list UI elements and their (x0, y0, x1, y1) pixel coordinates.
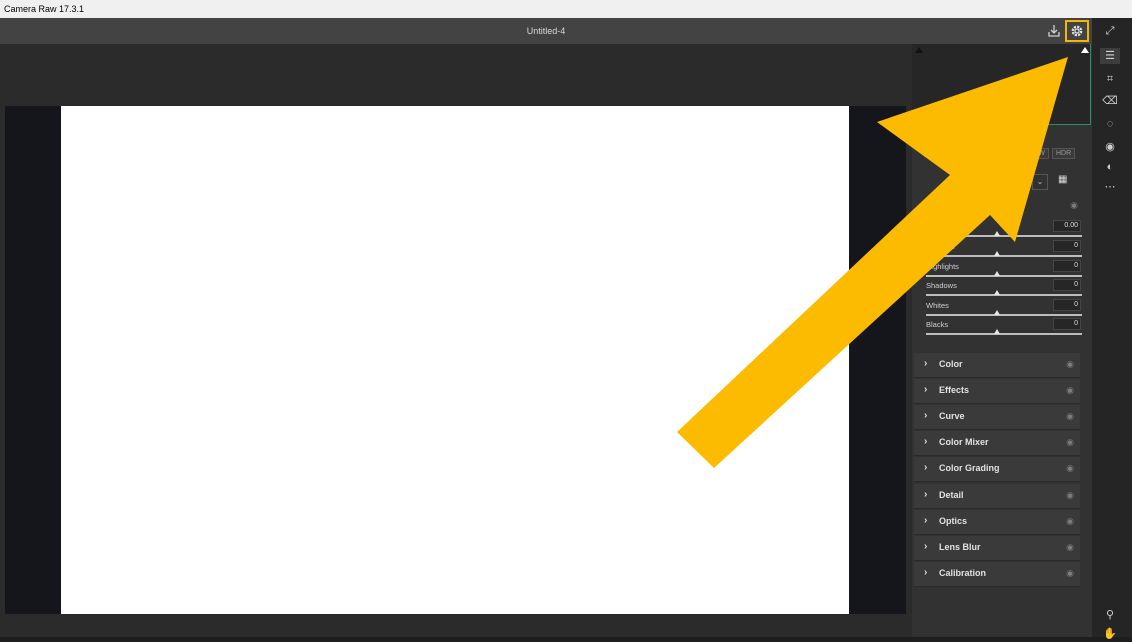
presets-icon[interactable]: ◐ (1100, 159, 1120, 175)
chevron-right-icon: › (924, 541, 928, 552)
slider-thumb[interactable] (994, 231, 1000, 236)
chevron-right-icon: › (924, 515, 928, 526)
crop-icon[interactable]: ⌗ (1100, 71, 1120, 87)
slider-thumb[interactable] (994, 310, 1000, 315)
slider-track[interactable] (926, 314, 1082, 316)
section-curve[interactable]: › Curve ◉ (914, 405, 1080, 430)
slider-value[interactable]: 0 (1053, 299, 1081, 311)
chevron-down-icon[interactable]: ⌄ (1032, 174, 1048, 190)
section-color-grading[interactable]: › Color Grading ◉ (914, 457, 1080, 482)
chevron-right-icon: › (924, 358, 928, 369)
zoom-icon[interactable]: ⚲ (1100, 607, 1120, 623)
edit-header: Edit AW HDR (912, 144, 1090, 166)
chevron-right-icon: › (924, 410, 928, 421)
section-label: Optics (939, 516, 968, 526)
slider-value[interactable]: 0 (1053, 240, 1081, 252)
gear-icon (1071, 25, 1083, 37)
eye-icon[interactable]: ◉ (1066, 516, 1074, 527)
section-color[interactable]: › Color ◉ (914, 353, 1080, 378)
eye-icon[interactable]: ◉ (1066, 411, 1074, 422)
exposure-slider[interactable]: Exposure 0.00 (926, 220, 1082, 242)
slider-label: Whites (926, 301, 949, 310)
slider-track[interactable] (926, 333, 1082, 335)
tool-rail: ⤢ ☰ ⌗ ⌫ ◌ ◉ ◐ ⋯ ⚲ ✋ (1092, 18, 1132, 640)
eye-icon[interactable]: ◉ (1066, 542, 1074, 553)
settings-button[interactable] (1065, 20, 1089, 42)
section-label: Color (939, 359, 963, 369)
slider-thumb[interactable] (994, 271, 1000, 276)
section-effects[interactable]: › Effects ◉ (914, 379, 1080, 404)
chevron-right-icon: › (924, 489, 928, 500)
edit-sliders-icon[interactable]: ☰ (1100, 48, 1120, 64)
chevron-right-icon: › (924, 462, 928, 473)
section-color-mixer[interactable]: › Color Mixer ◉ (914, 431, 1080, 456)
eye-icon[interactable]: ◉ (1066, 437, 1074, 448)
slider-value[interactable]: 0.00 (1053, 220, 1081, 232)
section-label: Calibration (939, 568, 987, 578)
eye-icon[interactable]: ◉ (1066, 568, 1074, 579)
shadows-slider[interactable]: Shadows 0 (926, 279, 1082, 301)
section-label: Color Mixer (939, 437, 989, 447)
section-label: Color Grading (939, 463, 1000, 473)
auto-badge[interactable]: AW (1030, 148, 1050, 159)
hand-icon[interactable]: ✋ (1100, 626, 1120, 642)
document-toolbar: Untitled-4 (0, 18, 1092, 44)
section-label: Effects (939, 385, 970, 395)
section-label: Lens Blur (939, 542, 981, 552)
eye-icon[interactable]: ◉ (1066, 359, 1074, 370)
slider-track[interactable] (926, 275, 1082, 277)
section-lens-blur[interactable]: › Lens Blur ◉ (914, 536, 1080, 561)
slider-track[interactable] (926, 235, 1082, 237)
highlight-clipping-icon[interactable] (1081, 47, 1089, 53)
slider-value[interactable]: 0 (1053, 260, 1081, 272)
section-label: Detail (939, 490, 964, 500)
chevron-right-icon: › (924, 436, 928, 447)
mask-icon[interactable]: ◌ (1100, 116, 1120, 132)
light-section: ◉ Exposure 0.00 Contrast 0 Highlights 0 … (912, 194, 1090, 344)
eye-icon[interactable]: ◉ (1066, 385, 1074, 396)
slider-value[interactable]: 0 (1053, 318, 1081, 330)
eye-icon[interactable]: ◉ (1066, 463, 1074, 474)
slider-value[interactable]: 0 (1053, 279, 1081, 291)
window-title: Camera Raw 17.3.1 (4, 4, 85, 14)
eye-icon[interactable]: ◉ (1070, 200, 1078, 211)
eraser-icon[interactable]: ⌫ (1100, 93, 1120, 109)
blacks-slider[interactable]: Blacks 0 (926, 318, 1082, 340)
red-eye-icon[interactable]: ◉ (1100, 139, 1120, 155)
hdr-badge[interactable]: HDR (1052, 148, 1076, 159)
histogram (912, 44, 1091, 125)
chevron-right-icon: › (924, 567, 928, 578)
section-calibration[interactable]: › Calibration ◉ (914, 562, 1080, 587)
edit-panel: Edit AW HDR ⌄ ▦ ◉ Exposure 0.00 Contrast… (912, 44, 1092, 637)
window-title-bar: Camera Raw 17.3.1 (0, 0, 1132, 18)
contrast-slider[interactable]: Contrast 0 (926, 240, 1082, 262)
image-preview[interactable] (61, 106, 849, 614)
slider-thumb[interactable] (994, 290, 1000, 295)
section-label: Curve (939, 411, 965, 421)
profile-row: ⌄ ▦ (912, 172, 1090, 192)
document-title: Untitled-4 (526, 26, 566, 36)
slider-label: Shadows (926, 281, 957, 290)
slider-thumb[interactable] (994, 329, 1000, 334)
more-icon[interactable]: ⋯ (1100, 179, 1120, 195)
chevron-right-icon: › (924, 384, 928, 395)
section-optics[interactable]: › Optics ◉ (914, 510, 1080, 535)
eye-icon[interactable]: ◉ (1066, 490, 1074, 501)
image-viewer[interactable] (0, 44, 912, 637)
slider-label: Highlights (926, 262, 959, 271)
slider-thumb[interactable] (994, 251, 1000, 256)
slider-track[interactable] (926, 255, 1082, 257)
edit-label: Edit (924, 149, 941, 159)
slider-track[interactable] (926, 294, 1082, 296)
slider-label: Exposure (926, 222, 958, 231)
slider-label: Blacks (926, 320, 949, 329)
section-detail[interactable]: › Detail ◉ (914, 484, 1080, 509)
expand-icon[interactable]: ⤢ (1100, 23, 1120, 39)
profile-browser-icon[interactable]: ▦ (1058, 174, 1067, 185)
save-icon[interactable] (1044, 21, 1064, 41)
shadow-clipping-icon[interactable] (915, 47, 923, 53)
slider-label: Contrast (926, 242, 955, 251)
